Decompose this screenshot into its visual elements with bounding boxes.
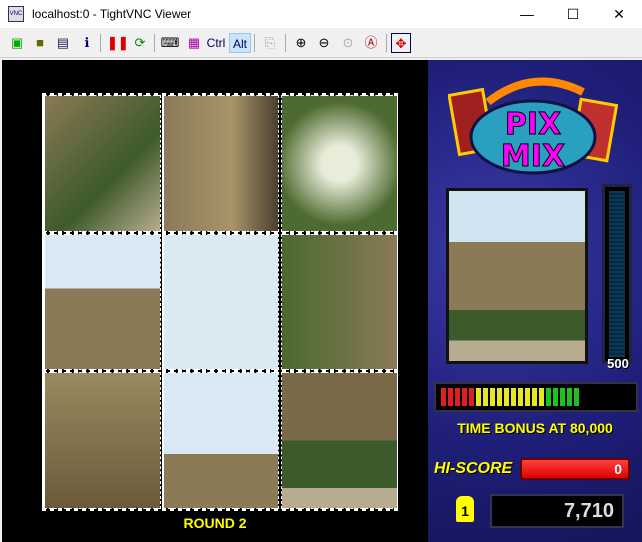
refresh-icon[interactable]: ⟳ [130, 33, 150, 53]
vnc-app-icon: VNC [8, 6, 24, 22]
save-icon[interactable]: ■ [30, 33, 50, 53]
bonus-segment [518, 388, 523, 406]
title-bar: VNC localhost:0 - TightVNC Viewer — ☐ ✕ [0, 0, 642, 28]
bonus-segment [539, 388, 544, 406]
info-icon[interactable]: ℹ [77, 33, 97, 53]
bonus-segment [455, 388, 460, 406]
clipboard-icon[interactable]: ⎘ [260, 33, 280, 53]
puzzle-tile[interactable] [281, 233, 398, 371]
svg-text:MIX: MIX [501, 139, 565, 174]
puzzle-tile[interactable] [44, 233, 161, 371]
zoom-out-icon[interactable]: ⊖ [314, 33, 334, 53]
bonus-segment [574, 388, 579, 406]
player-one-icon: 1 [456, 496, 474, 522]
alt-toggle[interactable]: Alt [229, 33, 251, 53]
side-panel: PIX MIX 500 TIME BONUS AT 80,000 HI-SCOR… [428, 60, 642, 542]
toolbar: ▣ ■ ▤ ℹ ❚❚ ⟳ ⌨ ▦ Ctrl Alt ⎘ ⊕ ⊖ ⊙ Ⓐ ✥ [0, 28, 642, 58]
score-display: 7,710 [490, 494, 624, 528]
ctrl-toggle[interactable]: Ctrl [205, 33, 227, 53]
pause-icon[interactable]: ❚❚ [107, 33, 129, 53]
bonus-segment [497, 388, 502, 406]
start-menu-icon[interactable]: ▦ [184, 33, 204, 53]
bonus-segment [483, 388, 488, 406]
maximize-button[interactable]: ☐ [550, 0, 596, 28]
bonus-segment [441, 388, 446, 406]
fullscreen-icon[interactable]: ✥ [391, 33, 411, 53]
game-board: ROUND 2 [2, 60, 428, 542]
zoom-in-icon[interactable]: ⊕ [291, 33, 311, 53]
bonus-segment [546, 388, 551, 406]
puzzle-tile[interactable] [44, 372, 161, 509]
time-bonus-bar [434, 382, 638, 412]
bonus-segment [469, 388, 474, 406]
bonus-segment [560, 388, 565, 406]
meter-value: 500 [607, 356, 629, 371]
zoom-auto-icon[interactable]: Ⓐ [361, 33, 381, 53]
time-meter [602, 184, 632, 364]
round-label: ROUND 2 [183, 515, 247, 531]
target-image-preview [446, 188, 588, 364]
puzzle-tile[interactable] [162, 95, 280, 232]
bonus-segment [490, 388, 495, 406]
puzzle-tile[interactable] [162, 233, 280, 371]
bonus-segment [448, 388, 453, 406]
bonus-segment [553, 388, 558, 406]
window-title: localhost:0 - TightVNC Viewer [32, 7, 192, 21]
puzzle-grid [42, 93, 400, 511]
bonus-segment [476, 388, 481, 406]
zoom-100-icon[interactable]: ⊙ [338, 33, 358, 53]
bonus-segment [525, 388, 530, 406]
options-icon[interactable]: ▤ [53, 33, 73, 53]
bonus-segment [462, 388, 467, 406]
pix-mix-logo: PIX MIX [448, 77, 618, 175]
puzzle-tile[interactable] [44, 95, 161, 232]
close-button[interactable]: ✕ [596, 0, 642, 28]
bonus-segment [532, 388, 537, 406]
svg-text:PIX: PIX [505, 107, 561, 142]
hiscore-label: HI-SCORE [434, 460, 513, 477]
puzzle-tile[interactable] [281, 95, 398, 232]
puzzle-tile[interactable] [162, 372, 280, 509]
hiscore-value: 0 [520, 458, 630, 480]
bonus-segment [511, 388, 516, 406]
ctrl-alt-del-icon[interactable]: ⌨ [160, 33, 180, 53]
puzzle-tile[interactable] [281, 372, 398, 509]
bonus-segment [567, 388, 572, 406]
new-connection-icon[interactable]: ▣ [7, 33, 27, 53]
time-bonus-text: TIME BONUS AT 80,000 [457, 420, 613, 436]
minimize-button[interactable]: — [504, 0, 550, 28]
bonus-segment [504, 388, 509, 406]
